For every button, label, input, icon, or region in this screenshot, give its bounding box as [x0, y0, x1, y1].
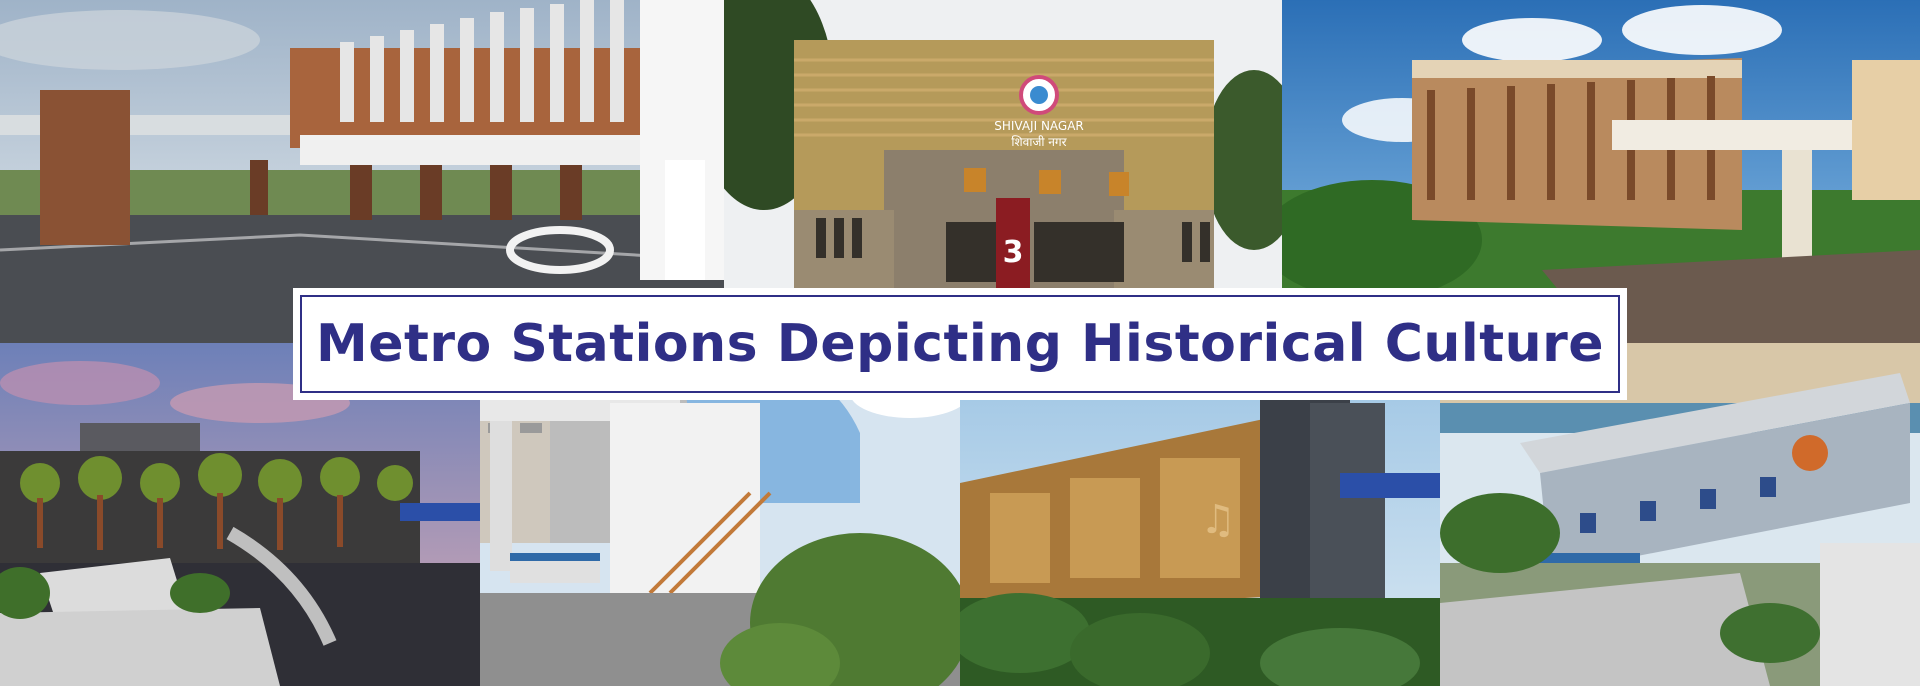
station-sign-english: SHIVAJI NAGAR: [994, 119, 1084, 133]
svg-text:♫: ♫: [1200, 497, 1236, 543]
pillar-number: 3: [1003, 235, 1024, 270]
station-sign-marathi: शिवाजी नगर: [1011, 135, 1067, 149]
banner-title: Metro Stations Depicting Historical Cult…: [315, 314, 1605, 374]
title-banner: Metro Stations Depicting Historical Cult…: [293, 288, 1627, 400]
